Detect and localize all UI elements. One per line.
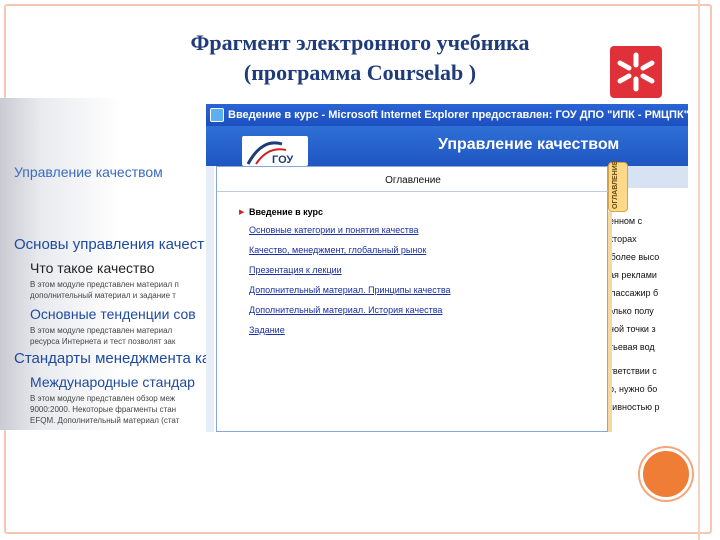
bg-small-2: дополнительный материал и задание т <box>30 291 176 300</box>
bg-small-5: В этом модуле представлен обзор меж <box>30 394 176 403</box>
toc-item-assignment[interactable]: Задание <box>249 325 285 335</box>
courselab-logo-icon <box>610 46 662 98</box>
bg-small-4: ресурса Интернета и тест позволят зак <box>30 337 176 346</box>
gou-logo: ГОУ <box>242 136 308 166</box>
toc-item-principles[interactable]: Дополнительный материал. Принципы качест… <box>249 285 451 295</box>
bg-item-2[interactable]: Что такое качество <box>30 260 155 276</box>
toc-panel: Оглавление ▶ Введение в курс Основные ка… <box>216 166 609 432</box>
bg-item-5[interactable]: Международные стандар <box>30 374 195 390</box>
content-fragment-5: т пассажир б <box>604 288 659 298</box>
course-header-title: Управление качеством <box>438 136 620 153</box>
slide-title: Фрагмент электронного учебника (программ… <box>120 28 600 88</box>
slide-title-line1: Фрагмент электронного учебника <box>190 30 530 55</box>
bg-item-1[interactable]: Основы управления качест <box>14 236 204 253</box>
toc-side-tab[interactable]: ОГЛАВЛЕНИЕ <box>608 160 628 212</box>
slide-right-rule <box>698 0 700 540</box>
bg-item-3[interactable]: Основные тенденции сов <box>30 306 196 322</box>
decorative-orange-dot <box>640 448 692 500</box>
toc-divider <box>217 191 609 192</box>
ie-titlebar[interactable]: Введение в курс - Microsoft Internet Exp… <box>206 104 688 126</box>
content-fragment-3: т более высо <box>604 252 660 262</box>
bg-small-3: В этом модуле представлен материал <box>30 326 173 335</box>
content-fragment-11: ктивностью р <box>604 402 660 412</box>
toc-item-categories[interactable]: Основные категории и понятия качества <box>249 225 419 235</box>
bg-small-7: EFQM. Дополнительный материал (стат <box>30 416 180 425</box>
slide-title-line2: (программа Courselab ) <box>243 60 477 85</box>
toc-item-history[interactable]: Дополнительный материал. История качеств… <box>249 305 442 315</box>
toc-item-global-market[interactable]: Качество, менеджмент, глобальный рынок <box>249 245 426 255</box>
ie-window-icon <box>210 108 224 123</box>
toc-current-arrow-icon: ▶ <box>239 209 245 216</box>
bg-small-6: 9000:2000. Некоторые фрагменты стан <box>30 405 177 414</box>
ie-window-title: Введение в курс - Microsoft Internet Exp… <box>228 109 688 121</box>
toc-side-tab-label: ОГЛАВЛЕНИЕ <box>612 160 619 209</box>
toc-item-presentation[interactable]: Презентация к лекции <box>249 265 342 275</box>
bg-small-1: В этом модуле представлен материал п <box>30 280 179 289</box>
ie-left-strip <box>206 166 214 432</box>
svg-text:ГОУ: ГОУ <box>272 154 293 166</box>
ie-browser-window: Введение в курс - Microsoft Internet Exp… <box>206 104 688 432</box>
content-top-bar <box>622 166 688 188</box>
bg-heading: Управление качеством <box>14 164 163 180</box>
background-course-page: Управление качеством Основы управления к… <box>0 98 210 430</box>
toc-heading: Оглавление <box>385 175 441 186</box>
toc-item-intro[interactable]: Введение в курс <box>249 207 323 217</box>
toc-tab-edge <box>608 212 612 432</box>
bg-item-4[interactable]: Стандарты менеджмента ка <box>14 350 210 367</box>
